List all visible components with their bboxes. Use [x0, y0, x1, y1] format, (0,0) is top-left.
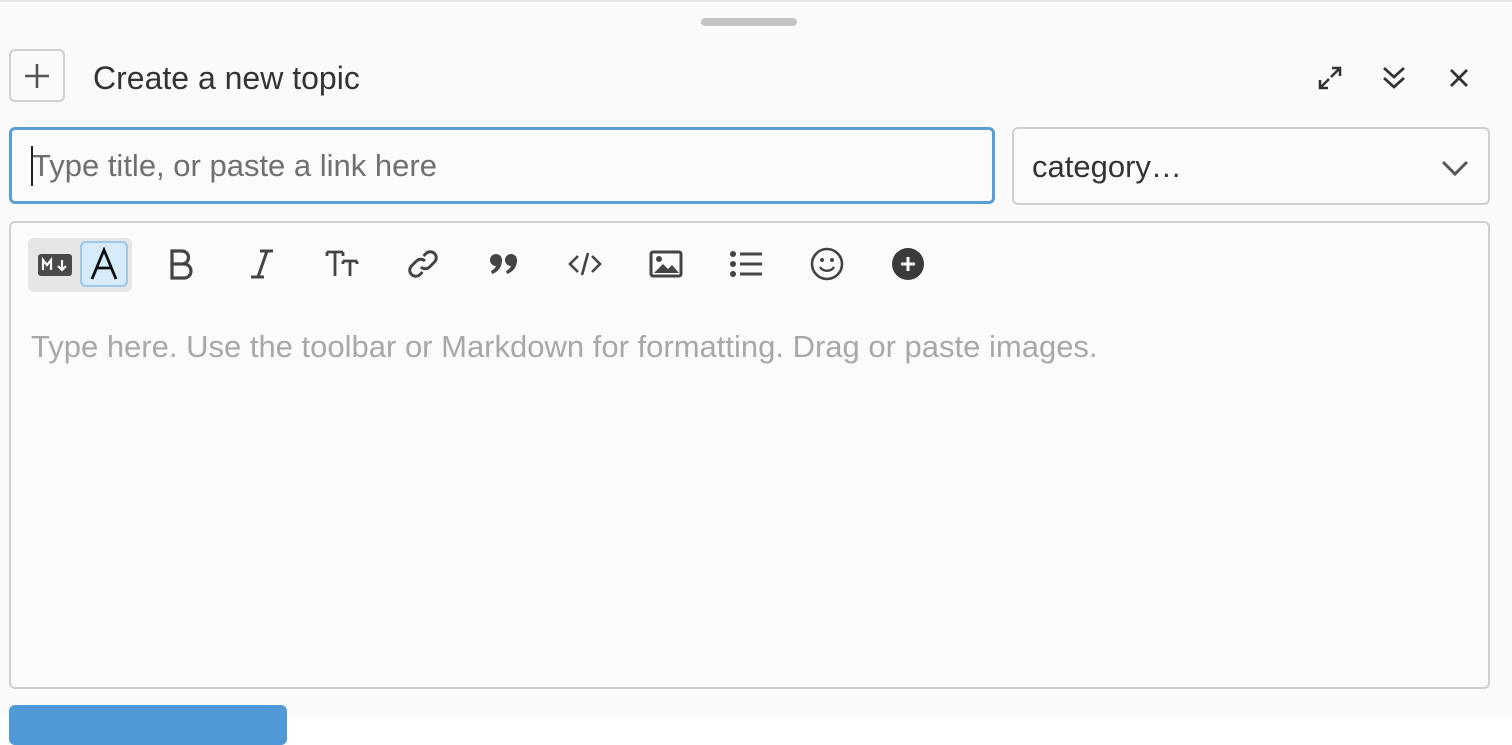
close-button[interactable]: [1439, 58, 1479, 98]
plus-icon: [22, 61, 52, 91]
collapse-button[interactable]: [1374, 58, 1414, 98]
italic-icon: [248, 248, 276, 280]
markdown-icon: [38, 254, 72, 276]
image-icon: [649, 250, 683, 278]
editor-placeholder: Type here. Use the toolbar or Markdown f…: [31, 329, 1098, 364]
category-dropdown[interactable]: category…: [1012, 127, 1490, 205]
create-topic-button[interactable]: [9, 705, 287, 745]
chevron-down-icon: [1438, 153, 1472, 183]
bold-button[interactable]: [157, 240, 205, 288]
bullet-list-button[interactable]: [722, 240, 770, 288]
bold-icon: [167, 248, 195, 280]
close-icon: [1447, 66, 1471, 90]
link-icon: [407, 249, 439, 279]
double-chevron-down-icon: [1380, 64, 1408, 92]
rich-text-icon: [89, 247, 119, 281]
code-button[interactable]: [561, 240, 609, 288]
quote-icon: [488, 252, 520, 276]
emoji-button[interactable]: [803, 240, 851, 288]
expand-icon: [1316, 64, 1344, 92]
add-more-icon: [891, 247, 925, 281]
composer-panel: Create a new topic category…: [0, 0, 1512, 745]
category-label: category…: [1032, 149, 1182, 184]
quote-button[interactable]: [480, 240, 528, 288]
heading-button[interactable]: [318, 240, 366, 288]
emoji-icon: [810, 247, 844, 281]
editor-area[interactable]: [9, 221, 1490, 689]
new-topic-button[interactable]: [9, 49, 65, 102]
bullet-list-icon: [729, 250, 763, 278]
markdown-mode-button[interactable]: [32, 242, 78, 288]
fullscreen-button[interactable]: [1310, 58, 1350, 98]
italic-button[interactable]: [238, 240, 286, 288]
image-button[interactable]: [642, 240, 690, 288]
heading-icon: [325, 249, 359, 279]
resize-grip[interactable]: [701, 18, 797, 26]
topic-title-input[interactable]: [9, 127, 995, 204]
composer-title: Create a new topic: [93, 60, 360, 96]
more-options-button[interactable]: [884, 240, 932, 288]
rich-text-mode-button[interactable]: [80, 241, 128, 287]
text-caret: [31, 146, 33, 186]
link-button[interactable]: [399, 240, 447, 288]
code-icon: [568, 251, 602, 277]
